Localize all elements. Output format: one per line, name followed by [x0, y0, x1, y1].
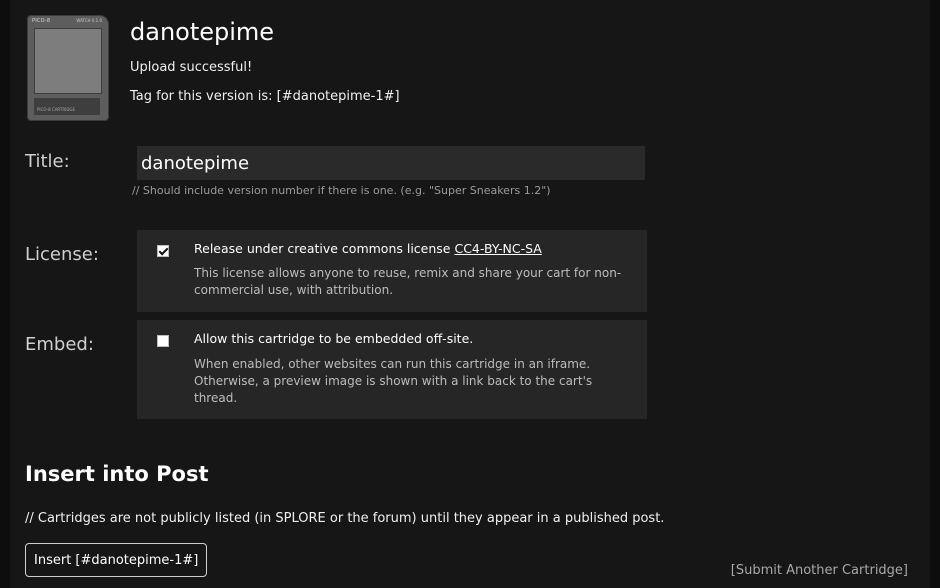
embed-option-box: Allow this cartridge to be embedded off-… — [137, 320, 647, 419]
upload-status: Upload successful! — [130, 60, 253, 75]
cartridge-bottom-strip: PICO-8 CARTRIDGE — [34, 98, 100, 115]
embed-checkbox[interactable] — [157, 335, 169, 347]
cartridge-version-text: WATCH 0.1.0 — [76, 18, 102, 23]
embed-label: Embed: — [25, 334, 94, 355]
insert-heading: Insert into Post — [25, 462, 209, 486]
cartridge-label-area — [34, 28, 102, 94]
title-input[interactable] — [137, 146, 645, 180]
title-hint: // Should include version number if ther… — [132, 184, 551, 197]
cartridge-brand-text: PICO-8 — [32, 18, 51, 24]
embed-option-title: Allow this cartridge to be embedded off-… — [194, 331, 474, 346]
submit-another-link[interactable]: [Submit Another Cartridge] — [731, 563, 908, 578]
license-description: This license allows anyone to reuse, rem… — [194, 266, 622, 297]
cartridge-name: danotepime — [130, 18, 275, 46]
license-option-box: Release under creative commons license C… — [137, 230, 647, 312]
version-tag-message: Tag for this version is: [#danotepime-1#… — [130, 89, 400, 104]
upload-result-panel: PICO-8 WATCH 0.1.0 PICO-8 CARTRIDGE dano… — [10, 0, 930, 588]
license-label: License: — [25, 244, 99, 265]
license-link[interactable]: CC4-BY-NC-SA — [454, 241, 541, 256]
license-option-title: Release under creative commons license C… — [194, 241, 542, 256]
title-label: Title: — [25, 151, 70, 172]
embed-description: When enabled, other websites can run thi… — [194, 357, 593, 405]
cartridge-thumbnail: PICO-8 WATCH 0.1.0 PICO-8 CARTRIDGE — [28, 16, 108, 120]
cartridge-bottom-text: PICO-8 CARTRIDGE — [37, 107, 76, 112]
license-checkbox[interactable] — [157, 245, 169, 257]
insert-note: // Cartridges are not publicly listed (i… — [25, 511, 665, 526]
license-option-text: Release under creative commons license — [194, 241, 455, 256]
insert-button[interactable]: Insert [#danotepime-1#] — [25, 543, 208, 577]
